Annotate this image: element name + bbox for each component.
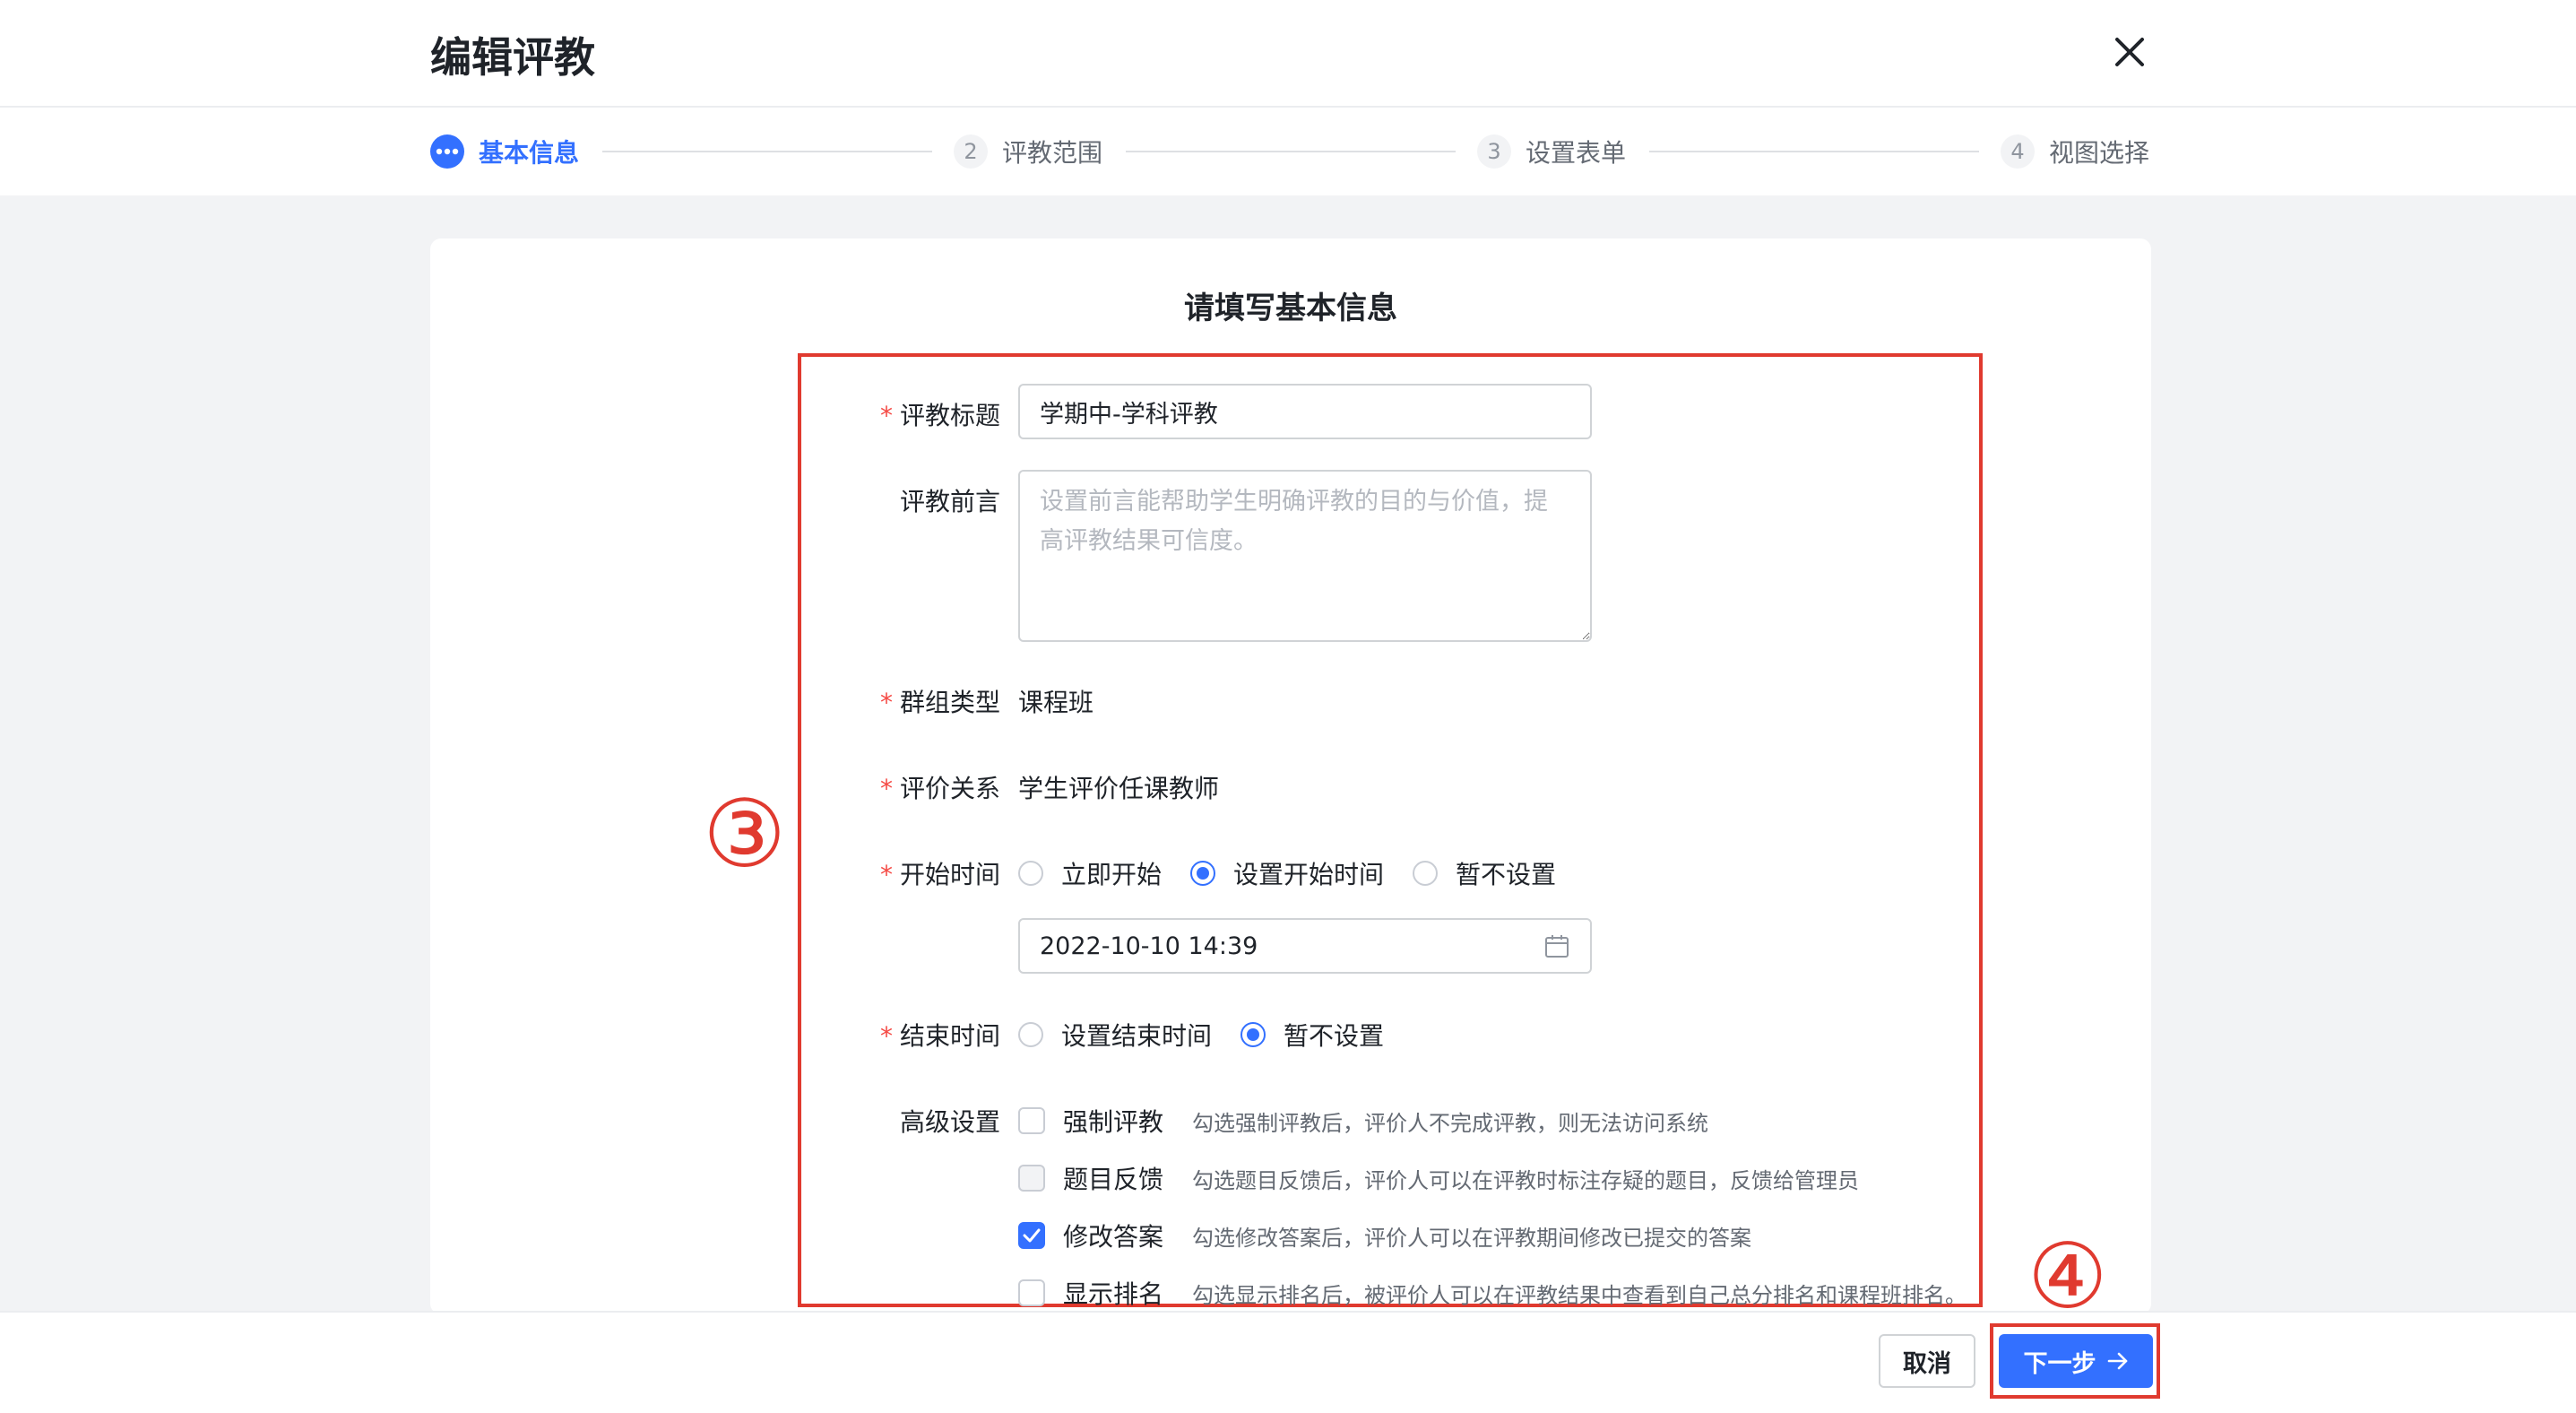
group-type-label: * 群组类型 [879, 688, 1000, 717]
annotation-marker-3: ③ [703, 779, 787, 889]
cancel-button[interactable]: 取消 [1879, 1334, 1975, 1388]
dialog-footer [0, 1311, 2576, 1413]
annotation-marker-4: ④ [2027, 1224, 2108, 1329]
required-mark: * [879, 774, 893, 803]
required-mark: * [879, 401, 893, 430]
radio-dot [1190, 861, 1216, 886]
step-connector [1126, 151, 1456, 152]
check-icon [1023, 1228, 1041, 1243]
checkbox-question-feedback[interactable] [1018, 1165, 1045, 1192]
relation-value: 学生评价任课教师 [1018, 774, 1220, 803]
step-circle: 2 [954, 134, 988, 169]
step-label: 视图选择 [2049, 138, 2150, 168]
start-time-label: * 开始时间 [879, 860, 1000, 889]
radio-start-now[interactable]: 立即开始 [1018, 855, 1162, 891]
radio-end-custom[interactable]: 设置结束时间 [1018, 1017, 1212, 1053]
step-connector [602, 151, 932, 152]
more-dots-icon [436, 148, 459, 155]
end-time-radio-group: 设置结束时间 暂不设置 [1018, 1017, 1413, 1053]
step-basic-info[interactable]: 基本信息 [430, 133, 579, 170]
step-label: 基本信息 [479, 138, 580, 168]
title-field-label: * 评教标题 [879, 401, 1000, 430]
start-date-picker[interactable]: 2022-10-10 14:39 [1018, 918, 1592, 974]
radio-start-none[interactable]: 暂不设置 [1413, 855, 1556, 891]
required-mark: * [879, 860, 893, 889]
radio-end-none[interactable]: 暂不设置 [1240, 1017, 1384, 1053]
title-input[interactable] [1018, 384, 1592, 439]
step-scope[interactable]: 2 评教范围 [954, 133, 1102, 170]
radio-dot [1018, 1022, 1043, 1047]
preface-field-label: 评教前言 [899, 487, 1000, 516]
start-date-value: 2022-10-10 14:39 [1040, 932, 1258, 960]
required-mark: * [879, 688, 893, 717]
advanced-settings-label: 高级设置 [899, 1107, 1000, 1137]
radio-dot [1413, 861, 1439, 886]
required-mark: * [879, 1021, 893, 1051]
calendar-icon [1545, 935, 1569, 958]
step-view[interactable]: 4 视图选择 [2001, 133, 2149, 170]
option-question-feedback: 题目反馈 勾选题目反馈后，评价人可以在评教时标注存疑的题目，反馈给管理员 [1018, 1160, 1859, 1196]
radio-start-custom[interactable]: 设置开始时间 [1190, 855, 1384, 891]
radio-dot [1018, 861, 1043, 886]
step-form[interactable]: 3 设置表单 [1477, 133, 1626, 170]
option-force-evaluation: 强制评教 勾选强制评教后，评价人不完成评教，则无法访问系统 [1018, 1103, 1708, 1139]
step-circle [430, 134, 464, 169]
option-modify-answer: 修改答案 勾选修改答案后，评价人可以在评教期间修改已提交的答案 [1018, 1218, 1751, 1253]
form-heading: 请填写基本信息 [1184, 290, 1397, 326]
step-label: 设置表单 [1526, 138, 1627, 168]
preface-textarea[interactable] [1018, 470, 1592, 642]
step-label: 评教范围 [1002, 138, 1103, 168]
step-circle: 4 [2001, 134, 2035, 169]
checkbox-modify-answer[interactable] [1018, 1222, 1045, 1249]
page-title: 编辑评教 [430, 33, 595, 82]
start-time-radio-group: 立即开始 设置开始时间 暂不设置 [1018, 855, 1585, 891]
end-time-label: * 结束时间 [879, 1021, 1000, 1051]
dialog-header: 编辑评教 [0, 0, 2576, 108]
close-icon [2115, 38, 2144, 66]
step-connector [1649, 151, 1979, 152]
group-type-value: 课程班 [1018, 688, 1094, 717]
step-circle: 3 [1477, 134, 1511, 169]
radio-dot [1240, 1022, 1266, 1047]
checkbox-force-evaluation[interactable] [1018, 1107, 1045, 1134]
option-show-ranking: 显示排名 勾选显示排名后，被评价人可以在评教结果中查看到自己总分排名和课程班排名… [1018, 1275, 1967, 1311]
checkbox-show-ranking[interactable] [1018, 1279, 1045, 1306]
close-button[interactable] [2108, 30, 2151, 74]
relation-label: * 评价关系 [879, 774, 1000, 803]
next-highlight-box [1990, 1323, 2160, 1399]
